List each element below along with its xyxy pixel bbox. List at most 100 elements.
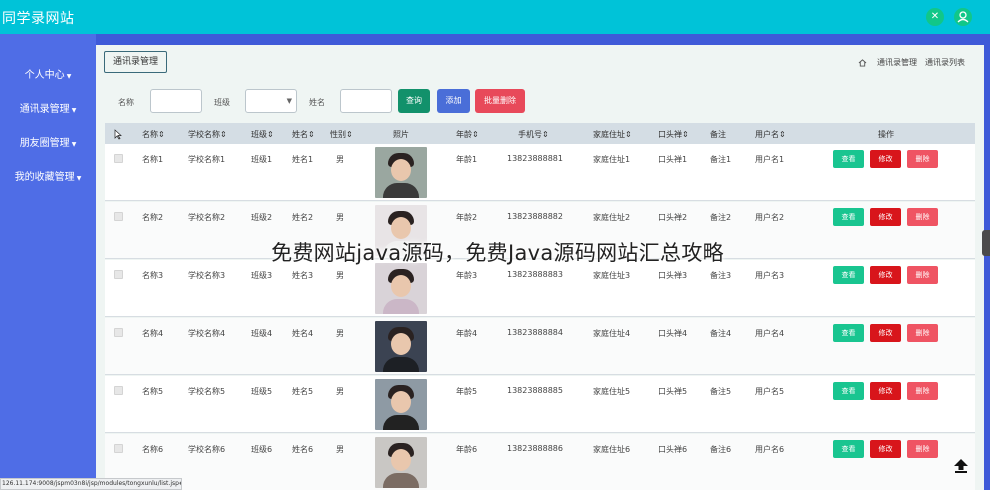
cell-address: 家庭住址1 — [593, 155, 631, 164]
top-bar: 同学录网站 ✕ — [0, 0, 990, 34]
cell-class: 班级2 — [251, 213, 273, 222]
status-bar-url: 126.11.174:9008/jspm03n8i/jsp/modules/to… — [0, 478, 182, 490]
table-row: 名称5 学校名称5 班级5 姓名5 男 年龄5 13823888885 家庭住址5 口头禅5 备注… — [105, 376, 975, 433]
contact-photo — [375, 263, 427, 314]
breadcrumb-item[interactable]: 通讯录管理 — [877, 58, 917, 67]
edit-button[interactable]: 修改 — [870, 324, 901, 342]
cell-age: 年龄5 — [456, 387, 478, 396]
cell-person: 姓名2 — [292, 213, 314, 222]
row-checkbox[interactable] — [114, 386, 123, 395]
cell-phone: 13823888883 — [507, 270, 563, 279]
batch-delete-button[interactable]: 批量删除 — [475, 89, 525, 113]
cell-age: 年龄1 — [456, 155, 478, 164]
cell-gender: 男 — [336, 155, 344, 164]
col-label: 班级 — [251, 130, 267, 139]
table-row: 名称1 学校名称1 班级1 姓名1 男 年龄1 13823888881 家庭住址1 口头禅1 备注… — [105, 144, 975, 201]
query-button[interactable]: 查询 — [398, 89, 430, 113]
delete-button[interactable]: 删除 — [907, 150, 938, 168]
view-button[interactable]: 查看 — [833, 208, 864, 226]
delete-button[interactable]: 删除 — [907, 324, 938, 342]
tab-contacts-management[interactable]: 通讯录管理 — [104, 51, 168, 73]
col-gender[interactable]: 性别⇕ — [330, 129, 353, 140]
row-checkbox[interactable] — [114, 212, 123, 221]
person-input[interactable] — [340, 89, 392, 113]
delete-button[interactable]: 删除 — [907, 382, 938, 400]
cell-user: 用户名3 — [755, 271, 785, 280]
sidebar-item-contacts[interactable]: 通讯录管理 ▼ — [0, 100, 96, 115]
user-icon[interactable] — [954, 8, 972, 26]
view-button[interactable]: 查看 — [833, 150, 864, 168]
row-checkbox[interactable] — [114, 444, 123, 453]
col-phone[interactable]: 手机号⇕ — [518, 129, 549, 140]
cell-class: 班级5 — [251, 387, 273, 396]
col-actions: 操作 — [878, 130, 894, 139]
col-person[interactable]: 姓名⇕ — [292, 129, 315, 140]
cell-school: 学校名称6 — [188, 445, 226, 454]
col-name[interactable]: 名称⇕ — [142, 129, 165, 140]
caret-down-icon: ▼ — [66, 73, 72, 80]
cell-class: 班级1 — [251, 155, 273, 164]
cell-gender: 男 — [336, 213, 344, 222]
sidebar-item-label: 个人中心 — [24, 70, 65, 81]
col-label: 家庭住址 — [593, 130, 625, 139]
sidebar-item-favorites[interactable]: 我的收藏管理 ▼ — [0, 168, 96, 183]
back-to-top-icon[interactable] — [952, 456, 970, 474]
col-motto[interactable]: 口头禅⇕ — [658, 129, 689, 140]
edit-button[interactable]: 修改 — [870, 208, 901, 226]
edit-button[interactable]: 修改 — [870, 150, 901, 168]
col-address[interactable]: 家庭住址⇕ — [593, 129, 632, 140]
sidebar-item-personal-center[interactable]: 个人中心 ▼ — [0, 66, 96, 81]
sidebar-item-label: 通讯录管理 — [19, 104, 70, 115]
cell-address: 家庭住址2 — [593, 213, 631, 222]
row-checkbox[interactable] — [114, 154, 123, 163]
add-button[interactable]: 添加 — [437, 89, 470, 113]
cell-motto: 口头禅5 — [658, 387, 688, 396]
delete-button[interactable]: 删除 — [907, 266, 938, 284]
sidebar-item-moments[interactable]: 朋友圈管理 ▼ — [0, 134, 96, 149]
home-icon[interactable] — [858, 58, 867, 67]
cell-class: 班级4 — [251, 329, 273, 338]
cell-name: 名称5 — [142, 387, 164, 396]
delete-button[interactable]: 删除 — [907, 440, 938, 458]
cell-user: 用户名4 — [755, 329, 785, 338]
col-age[interactable]: 年龄⇕ — [456, 129, 479, 140]
contact-photo — [375, 321, 427, 372]
col-photo: 照片 — [393, 130, 409, 139]
cell-user: 用户名1 — [755, 155, 785, 164]
edit-button[interactable]: 修改 — [870, 382, 901, 400]
cell-age: 年龄2 — [456, 213, 478, 222]
edit-button[interactable]: 修改 — [870, 440, 901, 458]
cell-note: 备注1 — [710, 155, 732, 164]
row-checkbox[interactable] — [114, 270, 123, 279]
cell-motto: 口头禅1 — [658, 155, 688, 164]
col-school[interactable]: 学校名称⇕ — [188, 129, 227, 140]
view-button[interactable]: 查看 — [833, 266, 864, 284]
name-input[interactable] — [150, 89, 202, 113]
cell-name: 名称1 — [142, 155, 164, 164]
col-class[interactable]: 班级⇕ — [251, 129, 274, 140]
class-select[interactable]: ▼ — [245, 89, 297, 113]
row-checkbox[interactable] — [114, 328, 123, 337]
tools-icon[interactable]: ✕ — [926, 8, 944, 26]
cell-school: 学校名称5 — [188, 387, 226, 396]
cell-person: 姓名5 — [292, 387, 314, 396]
cell-name: 名称3 — [142, 271, 164, 280]
cell-class: 班级6 — [251, 445, 273, 454]
sidebar-item-label: 朋友圈管理 — [19, 138, 70, 149]
cell-motto: 口头禅6 — [658, 445, 688, 454]
view-button[interactable]: 查看 — [833, 382, 864, 400]
view-button[interactable]: 查看 — [833, 324, 864, 342]
edit-button[interactable]: 修改 — [870, 266, 901, 284]
side-edge-tab[interactable] — [982, 230, 990, 256]
table-row: 名称4 学校名称4 班级4 姓名4 男 年龄4 13823888884 家庭住址4 口头禅4 备注… — [105, 318, 975, 375]
view-button[interactable]: 查看 — [833, 440, 864, 458]
col-username[interactable]: 用户名⇕ — [755, 129, 786, 140]
cell-user: 用户名6 — [755, 445, 785, 454]
delete-button[interactable]: 删除 — [907, 208, 938, 226]
cell-gender: 男 — [336, 271, 344, 280]
cell-school: 学校名称2 — [188, 213, 226, 222]
col-label: 年龄 — [456, 130, 472, 139]
cell-motto: 口头禅2 — [658, 213, 688, 222]
cell-address: 家庭住址5 — [593, 387, 631, 396]
col-label: 性别 — [330, 130, 346, 139]
